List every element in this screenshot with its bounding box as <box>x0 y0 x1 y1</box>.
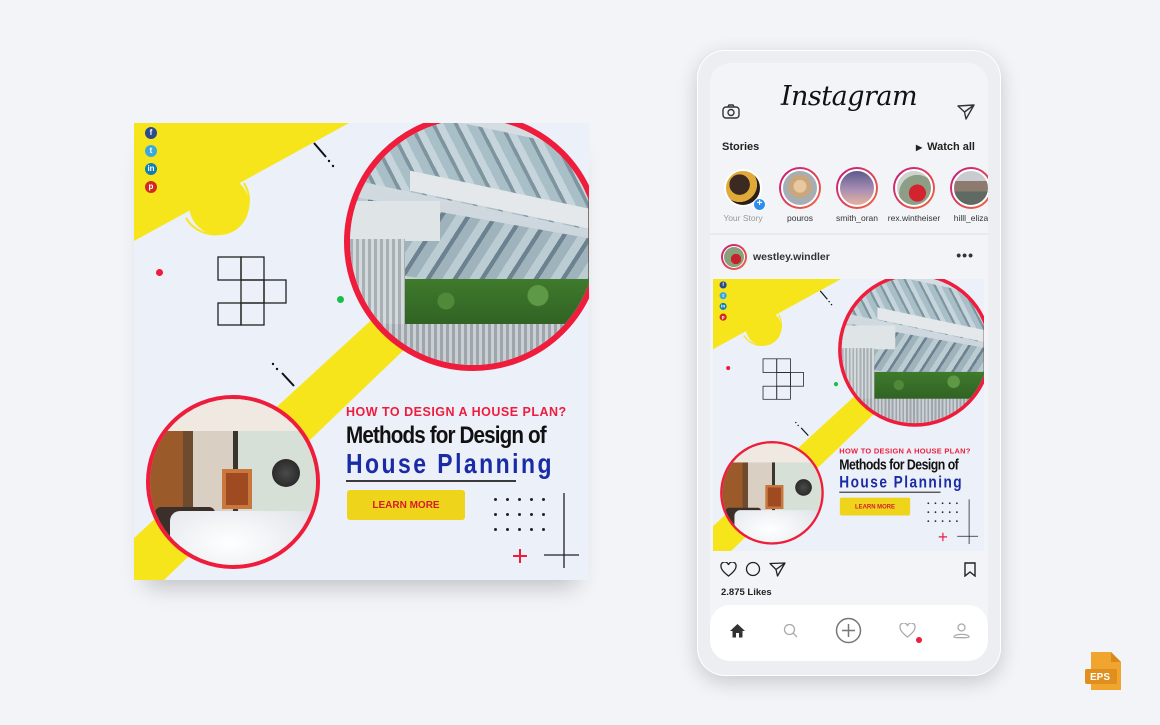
title-underline <box>839 491 941 493</box>
pinterest-icon[interactable]: p <box>719 313 727 321</box>
dot-pattern <box>927 502 963 523</box>
facebook-icon[interactable]: f <box>145 127 157 139</box>
story-name: Your Story <box>723 213 763 223</box>
eps-label: EPS <box>1090 672 1111 683</box>
red-dot <box>156 269 163 276</box>
stories-row: + Your Story pouros smith_oran rex.winth… <box>720 167 988 223</box>
post-header[interactable]: westley.windler <box>721 244 830 270</box>
feed-post-image: f t in p HOW TO DESIGN A HOUSE PLAN? Method… <box>713 279 984 551</box>
play-icon: ▶ <box>915 143 923 152</box>
social-icons: f t in p <box>145 127 157 193</box>
instagram-header: Instagram <box>710 63 988 127</box>
avatar <box>838 169 876 207</box>
linkedin-icon[interactable]: in <box>145 163 157 175</box>
linkedin-icon[interactable]: in <box>719 302 727 310</box>
story-item[interactable]: rex.wintheiser <box>887 167 941 223</box>
story-item[interactable]: + Your Story <box>720 167 766 223</box>
eps-file-badge: EPS <box>1083 650 1127 699</box>
story-name: rex.wintheiser <box>887 213 941 223</box>
story-item[interactable]: pouros <box>777 167 823 223</box>
search-icon[interactable] <box>783 623 798 643</box>
avatar <box>952 169 988 207</box>
post-artwork: f t in p HOW TO DESIGN A HOUSE PLAN? Method… <box>134 123 589 580</box>
direct-message-icon[interactable] <box>957 104 975 125</box>
title-line-1: Methods for Design of <box>839 457 959 474</box>
share-icon[interactable] <box>769 561 786 582</box>
stories-label: Stories <box>722 141 760 153</box>
story-item[interactable]: hilll_eliza <box>948 167 988 223</box>
more-options-icon[interactable]: ••• <box>956 247 974 263</box>
post-user-avatar <box>723 246 745 268</box>
twitter-icon[interactable]: t <box>719 292 727 300</box>
instagram-screen: Instagram Stories ▶ Watch all + Your Stor… <box>710 63 988 661</box>
watch-all-link[interactable]: ▶ Watch all <box>916 141 975 153</box>
building-photo <box>838 279 984 427</box>
home-icon[interactable] <box>729 623 746 643</box>
title-line-1: Methods for Design of <box>346 422 547 449</box>
twitter-icon[interactable]: t <box>145 145 157 157</box>
pinterest-icon[interactable]: p <box>145 181 157 193</box>
add-post-icon[interactable] <box>835 617 862 649</box>
add-story-icon[interactable]: + <box>753 198 766 211</box>
comment-icon[interactable] <box>745 561 761 582</box>
story-name: smith_oran <box>835 213 879 223</box>
avatar <box>895 169 933 207</box>
profile-icon[interactable] <box>952 622 970 644</box>
bedroom-photo <box>720 441 824 545</box>
instagram-logo: Instagram <box>780 81 918 112</box>
headline: HOW TO DESIGN A HOUSE PLAN? Methods for … <box>346 405 586 482</box>
divider <box>710 233 988 235</box>
title-line-2: House Planning <box>839 472 964 492</box>
red-dot <box>726 365 731 371</box>
headline: HOW TO DESIGN A HOUSE PLAN? Methods for … <box>839 447 982 493</box>
grid-shape <box>762 358 804 400</box>
activity-heart-icon[interactable] <box>898 622 922 643</box>
notification-dot <box>915 637 922 643</box>
learn-more-button[interactable]: LEARN MORE <box>347 490 465 520</box>
kicker-text: HOW TO DESIGN A HOUSE PLAN? <box>346 405 567 419</box>
story-name: hilll_eliza <box>953 213 988 223</box>
dot-pattern <box>494 498 554 531</box>
like-heart-icon[interactable] <box>720 560 737 582</box>
post-artwork-small: f t in p HOW TO DESIGN A HOUSE PLAN? Method… <box>713 279 984 551</box>
social-icons: f t in p <box>719 281 727 321</box>
grid-shape <box>217 256 287 326</box>
avatar <box>781 169 819 207</box>
title-underline <box>346 480 516 482</box>
learn-more-button[interactable]: LEARN MORE <box>839 497 911 516</box>
post-username[interactable]: westley.windler <box>753 251 830 263</box>
facebook-icon[interactable]: f <box>719 281 727 289</box>
phone-mockup: Instagram Stories ▶ Watch all + Your Stor… <box>697 50 1001 676</box>
bedroom-photo <box>146 395 320 569</box>
story-item[interactable]: smith_oran <box>834 167 880 223</box>
green-dot <box>337 296 344 303</box>
story-name: pouros <box>787 213 813 223</box>
bottom-tab-bar <box>710 605 988 661</box>
kicker-text: HOW TO DESIGN A HOUSE PLAN? <box>839 446 971 456</box>
likes-count: 2.875 Likes <box>721 587 772 598</box>
post-actions <box>720 560 786 582</box>
title-line-2: House Planning <box>346 448 554 479</box>
bookmark-icon[interactable] <box>964 562 976 582</box>
watch-all-label: Watch all <box>927 141 975 153</box>
building-photo <box>344 123 589 371</box>
post-preview-large: f t in p HOW TO DESIGN A HOUSE PLAN? Method… <box>134 123 589 580</box>
green-dot <box>833 382 839 387</box>
